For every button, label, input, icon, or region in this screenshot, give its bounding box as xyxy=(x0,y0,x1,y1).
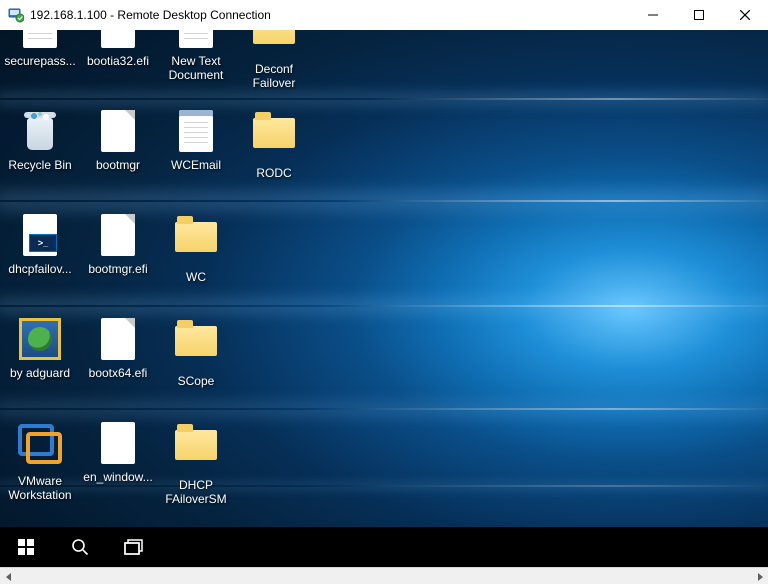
text-file-icon xyxy=(174,110,218,154)
minimize-button[interactable] xyxy=(630,0,676,30)
desktop-icon-newtext[interactable]: New Text Document xyxy=(158,30,234,82)
desktop-icon-wcemail[interactable]: WCEmail xyxy=(158,110,234,172)
search-button[interactable] xyxy=(56,527,104,567)
task-view-button[interactable] xyxy=(110,527,158,567)
globe-shortcut-icon xyxy=(18,318,62,362)
desktop-icon-label: RODC xyxy=(236,166,312,180)
disc-image-icon xyxy=(96,422,140,466)
remote-desktop: securepass...bootia32.efiNew Text Docume… xyxy=(0,30,768,567)
start-button[interactable] xyxy=(2,527,50,567)
desktop-icon-bootmgrefi[interactable]: bootmgr.efi xyxy=(80,214,156,276)
desktop-icon-label: Deconf Failover xyxy=(236,62,312,90)
desktop-icon-label: dhcpfailov... xyxy=(2,262,78,276)
folder-icon xyxy=(174,430,218,474)
desktop-icon-label: WCEmail xyxy=(158,158,234,172)
desktop-icon-label: WC xyxy=(158,270,234,284)
rdp-app-icon xyxy=(8,7,24,23)
desktop-icon-recycle[interactable]: Recycle Bin xyxy=(2,110,78,172)
desktop-icon-bootia32[interactable]: bootia32.efi xyxy=(80,30,156,68)
folder-icon xyxy=(252,30,296,58)
desktop-icon-label: SCope xyxy=(158,374,234,388)
file-icon xyxy=(96,318,140,362)
horizontal-scrollbar[interactable] xyxy=(0,567,768,584)
desktop-icon-securepass[interactable]: securepass... xyxy=(2,30,78,68)
desktop-icon-dhcpfosm[interactable]: DHCP FAiloverSM xyxy=(158,422,234,506)
desktop-icon-label: bootx64.efi xyxy=(80,366,156,380)
scroll-right-arrow[interactable] xyxy=(751,568,768,584)
text-file-icon xyxy=(18,30,62,50)
desktop-icon-scope[interactable]: SCope xyxy=(158,318,234,388)
desktop-icon-deconf[interactable]: Deconf Failover xyxy=(236,30,312,90)
desktop-icon-label: bootia32.efi xyxy=(80,54,156,68)
desktop-icon-label: Recycle Bin xyxy=(2,158,78,172)
window-titlebar: 192.168.1.100 - Remote Desktop Connectio… xyxy=(0,0,768,30)
vmware-icon xyxy=(18,426,62,470)
folder-icon xyxy=(174,326,218,370)
desktop-icon-vmware[interactable]: VMware Workstation xyxy=(2,422,78,502)
maximize-button[interactable] xyxy=(676,0,722,30)
desktop-icon-label: VMware Workstation xyxy=(2,474,78,502)
desktop-icon-label: securepass... xyxy=(2,54,78,68)
scroll-left-arrow[interactable] xyxy=(0,568,17,584)
desktop-icon-wc[interactable]: WC xyxy=(158,214,234,284)
desktop-icon-adguard[interactable]: by adguard xyxy=(2,318,78,380)
desktop-icon-label: by adguard xyxy=(2,366,78,380)
folder-icon xyxy=(174,222,218,266)
text-file-icon xyxy=(174,30,218,50)
file-icon xyxy=(96,110,140,154)
folder-icon xyxy=(252,118,296,162)
taskbar xyxy=(0,527,768,567)
desktop-icon-bootmgr[interactable]: bootmgr xyxy=(80,110,156,172)
window-title: 192.168.1.100 - Remote Desktop Connectio… xyxy=(30,8,271,22)
file-icon xyxy=(96,214,140,258)
desktop-icon-label: bootmgr.efi xyxy=(80,262,156,276)
desktop-icon-bootx64[interactable]: bootx64.efi xyxy=(80,318,156,380)
powershell-file-icon: >_ xyxy=(18,214,62,258)
recycle-bin-icon xyxy=(18,110,62,154)
desktop-icon-rodc[interactable]: RODC xyxy=(236,110,312,180)
file-icon xyxy=(96,30,140,50)
desktop-icon-label: New Text Document xyxy=(158,54,234,82)
desktop-icon-enwindow[interactable]: en_window... xyxy=(80,422,156,484)
desktop-icon-label: bootmgr xyxy=(80,158,156,172)
desktop-icon-label: DHCP FAiloverSM xyxy=(158,478,234,506)
desktop-icon-grid: securepass...bootia32.efiNew Text Docume… xyxy=(0,30,768,527)
desktop-icon-label: en_window... xyxy=(80,470,156,484)
desktop-icon-dhcpfailov[interactable]: >_ dhcpfailov... xyxy=(2,214,78,276)
close-button[interactable] xyxy=(722,0,768,30)
